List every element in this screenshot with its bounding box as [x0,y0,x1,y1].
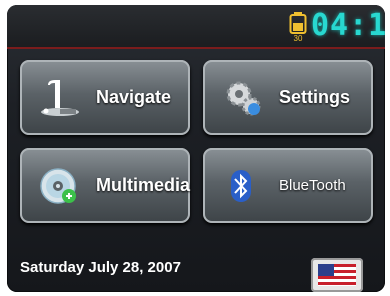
clock: 04:13 [311,8,385,43]
bluetooth-label: BlueTooth [279,177,346,194]
multimedia-button[interactable]: Multimedia [20,148,190,223]
bluetooth-button[interactable]: BlueTooth [203,148,373,223]
navigation-icon [41,80,79,116]
status-bar: 30 04:13 [7,5,385,49]
navigate-button[interactable]: Navigate [20,60,190,135]
multimedia-label: Multimedia [96,175,191,195]
us-flag-icon [318,264,356,286]
device-screen: 30 04:13 Navigate Settings [7,5,385,292]
gear-icon [226,81,261,116]
language-flag-button[interactable] [311,258,363,292]
battery-icon: 30 [289,12,307,42]
settings-label: Settings [279,87,351,107]
battery-level-label: 30 [294,34,303,42]
cd-disc-icon [40,168,76,204]
settings-button[interactable]: Settings [203,60,373,135]
navigate-label: Navigate [96,87,172,107]
date-display: Saturday July 28, 2007 [20,259,181,276]
bluetooth-icon [231,170,251,202]
